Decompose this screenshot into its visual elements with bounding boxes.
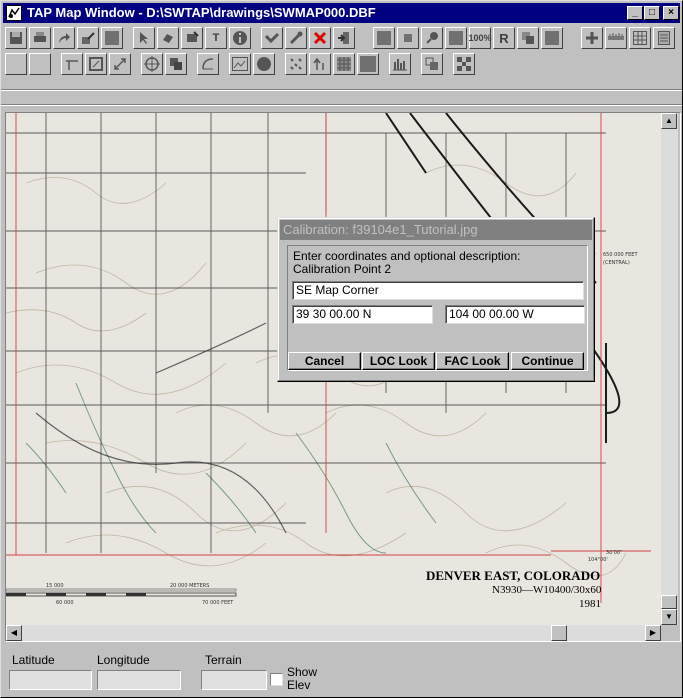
longitude-field[interactable]: 104 00 00.00 W xyxy=(445,305,585,324)
stamp-icon[interactable] xyxy=(181,27,203,49)
vertical-scroll-thumb[interactable] xyxy=(661,595,677,609)
elevation-icon[interactable] xyxy=(309,53,331,75)
window-title: TAP Map Window - D:\SWTAP\drawings\SWMAP… xyxy=(27,5,376,20)
minimize-button[interactable]: _ xyxy=(627,6,643,20)
scroll-right-icon[interactable]: ▶ xyxy=(645,625,661,641)
loc-look-button[interactable]: LOC Look xyxy=(362,352,435,370)
longitude-label: Longitude xyxy=(97,653,150,667)
pattern-icon[interactable] xyxy=(333,53,355,75)
notepad-icon[interactable] xyxy=(653,27,675,49)
horizontal-scrollbar[interactable]: ◀ ▶ xyxy=(6,625,661,641)
layers-icon[interactable] xyxy=(165,53,187,75)
image-icon[interactable] xyxy=(229,53,251,75)
line-icon[interactable] xyxy=(61,53,83,75)
copy-icon[interactable] xyxy=(517,27,539,49)
side-label: 104°00' xyxy=(588,557,608,563)
histogram-icon[interactable] xyxy=(389,53,411,75)
resize-icon[interactable] xyxy=(109,53,131,75)
latitude-display xyxy=(9,670,92,690)
plus-icon[interactable] xyxy=(581,27,603,49)
toolbar-separator xyxy=(1,104,682,106)
square-icon[interactable] xyxy=(445,27,467,49)
tap-map-window: TAP Map Window - D:\SWTAP\drawings\SWMAP… xyxy=(0,0,683,698)
circle-icon[interactable] xyxy=(253,53,275,75)
longitude-display xyxy=(97,670,181,690)
fill-icon[interactable] xyxy=(101,27,123,49)
crosshair-icon[interactable] xyxy=(141,53,163,75)
fac-look-button[interactable]: FAC Look xyxy=(436,352,509,370)
delete-icon[interactable] xyxy=(309,27,331,49)
status-bar: Latitude Longitude Terrain Show Elev xyxy=(1,645,682,697)
maximize-button[interactable]: □ xyxy=(644,6,660,20)
r-icon[interactable]: R xyxy=(493,27,515,49)
close-button[interactable]: × xyxy=(663,6,679,20)
map-code: N3930—W10400/30x60 xyxy=(492,584,602,596)
blank-button[interactable] xyxy=(29,53,51,75)
scroll-left-icon[interactable]: ◀ xyxy=(6,625,22,641)
frame-icon[interactable] xyxy=(85,53,107,75)
scale-label: 15 000 xyxy=(46,583,64,589)
percent-icon[interactable]: 100% xyxy=(468,27,492,49)
title-bar[interactable]: TAP Map Window - D:\SWTAP\drawings\SWMAP… xyxy=(3,3,680,23)
show-elev-checkbox[interactable] xyxy=(270,673,283,686)
cluster-icon[interactable] xyxy=(453,53,475,75)
latitude-field[interactable]: 39 30 00.00 N xyxy=(292,305,433,324)
forward-icon[interactable] xyxy=(53,27,75,49)
import-icon[interactable] xyxy=(333,27,355,49)
dialog-title[interactable]: Calibration: f39104e1_Tutorial.jpg xyxy=(280,220,592,240)
scrollbar-corner xyxy=(661,625,678,641)
side-label: (CENTRAL) xyxy=(603,260,630,266)
square-icon[interactable] xyxy=(373,27,395,49)
arrow-select-icon[interactable] xyxy=(133,27,155,49)
calibration-point-label: Calibration Point 2 xyxy=(293,262,392,276)
fill-square-icon[interactable] xyxy=(357,53,379,75)
edit-icon[interactable] xyxy=(77,27,99,49)
side-label: 650 000 FEET xyxy=(603,252,638,258)
scroll-up-icon[interactable]: ▲ xyxy=(661,113,677,129)
cancel-button[interactable]: Cancel xyxy=(288,352,361,370)
side-label: 30'00" xyxy=(606,550,622,556)
horizontal-scroll-thumb[interactable] xyxy=(551,625,567,641)
terrain-display xyxy=(201,670,267,690)
print-icon[interactable] xyxy=(29,27,51,49)
text-icon[interactable]: T xyxy=(205,27,227,49)
curve-icon[interactable] xyxy=(197,53,219,75)
terrain-label: Terrain xyxy=(205,653,242,667)
description-field[interactable]: SE Map Corner xyxy=(292,281,584,300)
scale-label: 70 000 FEET xyxy=(202,600,234,606)
calibration-dialog: Calibration: f39104e1_Tutorial.jpg Enter… xyxy=(277,217,595,382)
grid-icon[interactable] xyxy=(629,27,651,49)
hand-icon[interactable] xyxy=(157,27,179,49)
show-label: Show xyxy=(287,665,318,679)
save-icon[interactable] xyxy=(5,27,27,49)
map-year: 1981 xyxy=(579,598,601,610)
scatter-icon[interactable] xyxy=(285,53,307,75)
ruler-icon[interactable] xyxy=(605,27,627,49)
info-icon[interactable] xyxy=(229,27,251,49)
scroll-down-icon[interactable]: ▼ xyxy=(661,609,677,625)
box-icon[interactable] xyxy=(541,27,563,49)
app-icon xyxy=(6,5,22,21)
windows-icon[interactable] xyxy=(421,53,443,75)
pin-icon[interactable] xyxy=(421,27,443,49)
latitude-label: Latitude xyxy=(12,653,55,667)
pencil-icon[interactable] xyxy=(285,27,307,49)
toolbar-separator xyxy=(1,89,682,91)
continue-button[interactable]: Continue xyxy=(511,352,584,370)
vertical-scrollbar[interactable]: ▲ ▼ xyxy=(661,113,678,625)
route-icon[interactable] xyxy=(261,27,283,49)
blank-button[interactable] xyxy=(5,53,27,75)
elev-label: Elev xyxy=(287,678,311,692)
map-title: DENVER EAST, COLORADO xyxy=(426,568,600,583)
small-square-icon[interactable] xyxy=(397,27,419,49)
scale-label: 60 000 xyxy=(56,600,74,606)
scale-label: 20 000 METERS xyxy=(170,583,209,589)
